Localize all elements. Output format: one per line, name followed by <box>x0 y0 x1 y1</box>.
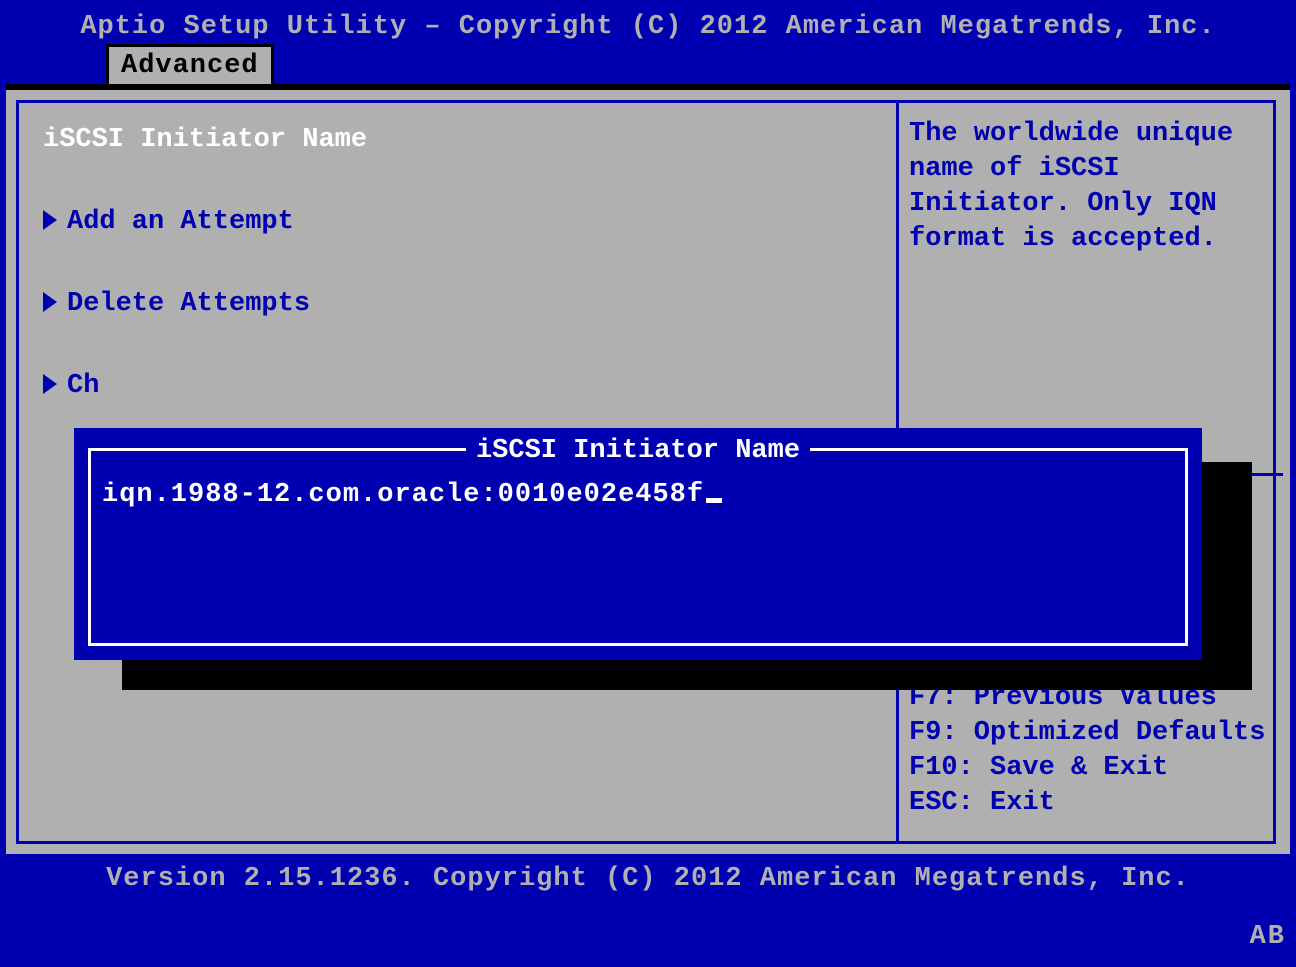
dialog-input[interactable]: iqn.1988-12.com.oracle:0010e02e458f <box>102 478 722 513</box>
dialog-title: iSCSI Initiator Name <box>74 434 1202 469</box>
footer-version: Version 2.15.1236. Copyright (C) 2012 Am… <box>0 862 1296 897</box>
header-title: Aptio Setup Utility – Copyright (C) 2012… <box>0 0 1296 44</box>
text-cursor-icon <box>706 498 722 503</box>
help-key: F9: Optimized Defaults <box>909 716 1265 751</box>
chevron-right-icon <box>43 374 57 394</box>
tab-advanced-label: Advanced <box>121 51 259 81</box>
footer-corner: AB <box>1250 920 1286 955</box>
input-dialog: iSCSI Initiator Name iqn.1988-12.com.ora… <box>74 428 1202 660</box>
dialog-input-value: iqn.1988-12.com.oracle:0010e02e458f <box>102 480 704 510</box>
menu-item-add-attempt[interactable]: Add an Attempt <box>43 205 872 240</box>
help-key: ESC: Exit <box>909 786 1265 821</box>
chevron-right-icon <box>43 292 57 312</box>
menu-item-delete-attempts[interactable]: Delete Attempts <box>43 287 872 322</box>
header-title-text: Aptio Setup Utility – Copyright (C) 2012… <box>80 12 1215 42</box>
menu-item-label: Ch <box>67 371 99 401</box>
menu-item-label: Add an Attempt <box>67 207 294 237</box>
footer-corner-text: AB <box>1250 922 1286 952</box>
chevron-right-icon <box>43 210 57 230</box>
menu-item-label: Delete Attempts <box>67 289 310 319</box>
current-field-label[interactable]: iSCSI Initiator Name <box>43 123 872 158</box>
footer-version-text: Version 2.15.1236. Copyright (C) 2012 Am… <box>106 864 1190 894</box>
menu-item-truncated[interactable]: Ch <box>43 369 872 404</box>
help-description: The worldwide unique name of iSCSI Initi… <box>909 117 1263 257</box>
dialog-title-text: iSCSI Initiator Name <box>466 436 810 466</box>
main-panel: iSCSI Initiator Name Add an Attempt Dele… <box>6 84 1290 854</box>
bios-screen: Aptio Setup Utility – Copyright (C) 2012… <box>0 0 1296 967</box>
help-key: F10: Save & Exit <box>909 751 1265 786</box>
tab-advanced[interactable]: Advanced <box>106 44 274 86</box>
